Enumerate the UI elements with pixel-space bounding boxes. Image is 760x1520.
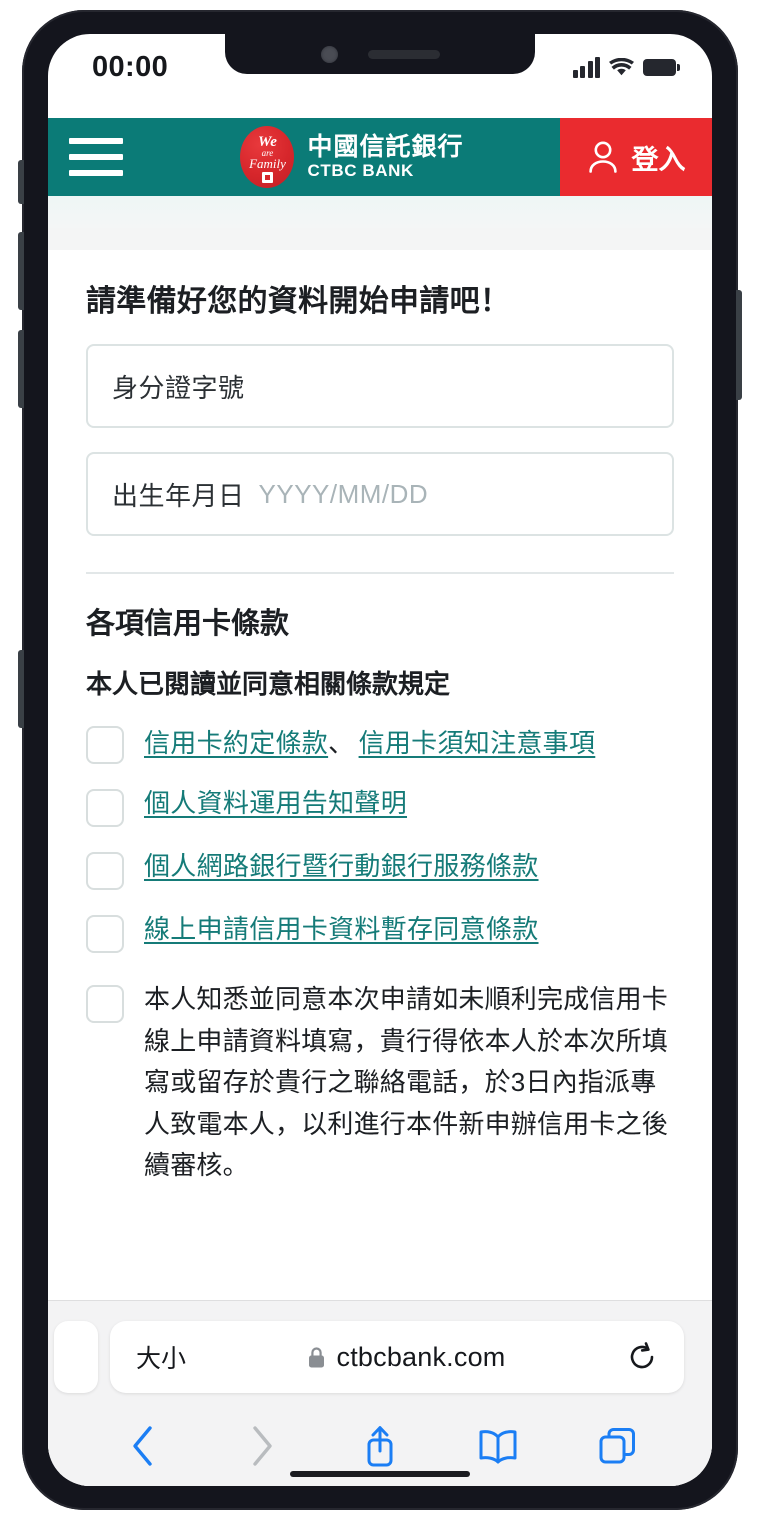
terms-checkbox-credit-card-agreement[interactable] bbox=[86, 726, 124, 764]
page-top-band bbox=[48, 196, 712, 228]
url-text: ctbcbank.com bbox=[336, 1341, 506, 1372]
phone-side-button-mute[interactable] bbox=[18, 160, 24, 204]
status-bar-icons bbox=[572, 56, 680, 78]
tabs-icon[interactable] bbox=[591, 1420, 643, 1472]
birthdate-field-placeholder: YYYY/MM/DD bbox=[258, 478, 429, 509]
terms-checkbox-online-banking-terms[interactable] bbox=[86, 852, 124, 890]
hamburger-menu-icon[interactable] bbox=[48, 118, 144, 196]
login-button-label: 登入 bbox=[631, 144, 686, 175]
link-credit-card-agreement[interactable]: 信用卡約定條款 bbox=[144, 728, 328, 758]
consent-lead-text: 本人已閱讀並同意相關條款規定 bbox=[86, 669, 451, 699]
site-header: We are Family 中國信託銀行 CTBC BANK 登入 bbox=[48, 118, 712, 196]
back-arrow-icon[interactable] bbox=[117, 1420, 169, 1472]
phone-side-button-volume-down[interactable] bbox=[18, 330, 24, 408]
link-personal-data-statement[interactable]: 個人資料運用告知聲明 bbox=[144, 786, 407, 821]
browser-toolbar bbox=[48, 1413, 712, 1479]
brand-name-english: CTBC BANK bbox=[307, 160, 414, 180]
text-size-button[interactable]: 大小 bbox=[136, 1339, 186, 1375]
user-account-icon bbox=[588, 141, 617, 173]
url-bar[interactable]: 大小 ctbcbank.com bbox=[110, 1321, 684, 1393]
front-camera-icon bbox=[320, 45, 338, 63]
ctbc-we-are-family-logo: We are Family bbox=[240, 126, 295, 188]
terms-checkbox-personal-data-statement[interactable] bbox=[86, 789, 124, 827]
terms-links-group: 信用卡約定條款、 信用卡須知注意事項 bbox=[144, 723, 595, 761]
reload-icon[interactable] bbox=[626, 1341, 658, 1373]
link-online-banking-terms[interactable]: 個人網路銀行暨行動銀行服務條款 bbox=[144, 849, 539, 884]
phone-side-button-extra[interactable] bbox=[18, 650, 24, 728]
terms-checkbox-data-storage-consent[interactable] bbox=[86, 915, 124, 953]
terms-paragraph-callback-consent: 本人知悉並同意本次申請如未順利完成信用卡線上申請資料填寫，貴行得依本人於本次所填… bbox=[144, 984, 669, 1181]
terms-checkbox-callback-consent[interactable] bbox=[86, 985, 124, 1023]
battery-icon bbox=[643, 58, 680, 76]
birthdate-field[interactable]: 出生年月日 YYYY/MM/DD bbox=[86, 452, 674, 536]
share-icon[interactable] bbox=[354, 1420, 406, 1472]
browser-bottom-bar: 大小 ctbcbank.com bbox=[48, 1300, 712, 1486]
page-title: 請準備好您的資料開始申請吧！ bbox=[86, 285, 511, 318]
terms-row-online-banking-terms[interactable]: 個人網路銀行暨行動銀行服務條款 bbox=[86, 849, 674, 890]
phone-screen: 00:00 We are Family 中國信託銀行 CTBC BANK 登入 … bbox=[48, 34, 712, 1486]
phone-side-button-volume-up[interactable] bbox=[18, 232, 24, 310]
link-data-storage-consent[interactable]: 線上申請信用卡資料暫存同意條款 bbox=[144, 912, 539, 947]
home-indicator bbox=[290, 1471, 470, 1477]
brand-text: 中國信託銀行 CTBC BANK bbox=[307, 133, 463, 181]
terms-section-title: 各項信用卡條款 bbox=[86, 608, 290, 640]
page-top-band-secondary bbox=[48, 228, 712, 250]
page-body: 請準備好您的資料開始申請吧！ 身分證字號 出生年月日 YYYY/MM/DD 各項… bbox=[48, 196, 712, 1486]
logo-line-3: Family bbox=[249, 156, 286, 171]
brand-logo-area[interactable]: We are Family 中國信託銀行 CTBC BANK bbox=[144, 118, 560, 196]
page-content: 請準備好您的資料開始申請吧！ 身分證字號 出生年月日 YYYY/MM/DD 各項… bbox=[48, 250, 712, 1187]
url-center-group: ctbcbank.com bbox=[186, 1342, 626, 1373]
logo-line-1: We bbox=[258, 134, 277, 150]
earpiece-speaker bbox=[367, 49, 440, 59]
terms-row-data-storage-consent[interactable]: 線上申請信用卡資料暫存同意條款 bbox=[86, 912, 674, 953]
brand-name-chinese: 中國信託銀行 bbox=[307, 132, 464, 161]
phone-notch bbox=[225, 34, 535, 74]
phone-side-button-power[interactable] bbox=[736, 290, 742, 400]
id-number-field-label: 身分證字號 bbox=[112, 372, 245, 403]
id-number-field[interactable]: 身分證字號 bbox=[86, 344, 674, 428]
wifi-icon bbox=[609, 57, 634, 75]
link-separator: 、 bbox=[328, 728, 355, 758]
lock-icon bbox=[308, 1346, 324, 1367]
status-bar-time: 00:00 bbox=[92, 50, 169, 83]
bookmarks-icon[interactable] bbox=[472, 1420, 524, 1472]
adjacent-tab-peek[interactable] bbox=[54, 1321, 98, 1393]
phone-frame: 00:00 We are Family 中國信託銀行 CTBC BANK 登入 … bbox=[18, 10, 742, 1510]
section-divider bbox=[86, 572, 674, 574]
birthdate-field-label: 出生年月日 bbox=[112, 480, 245, 511]
link-credit-card-notice[interactable]: 信用卡須知注意事項 bbox=[359, 728, 596, 758]
terms-row-credit-card-agreement[interactable]: 信用卡約定條款、 信用卡須知注意事項 bbox=[86, 723, 674, 764]
terms-row-personal-data-statement[interactable]: 個人資料運用告知聲明 bbox=[86, 786, 674, 827]
terms-row-callback-consent[interactable]: 本人知悉並同意本次申請如未順利完成信用卡線上申請資料填寫，貴行得依本人於本次所填… bbox=[86, 979, 674, 1187]
login-button[interactable]: 登入 bbox=[560, 118, 712, 196]
cellular-signal-icon bbox=[572, 56, 600, 78]
logo-square-mark bbox=[261, 172, 273, 183]
forward-arrow-icon bbox=[236, 1420, 288, 1472]
